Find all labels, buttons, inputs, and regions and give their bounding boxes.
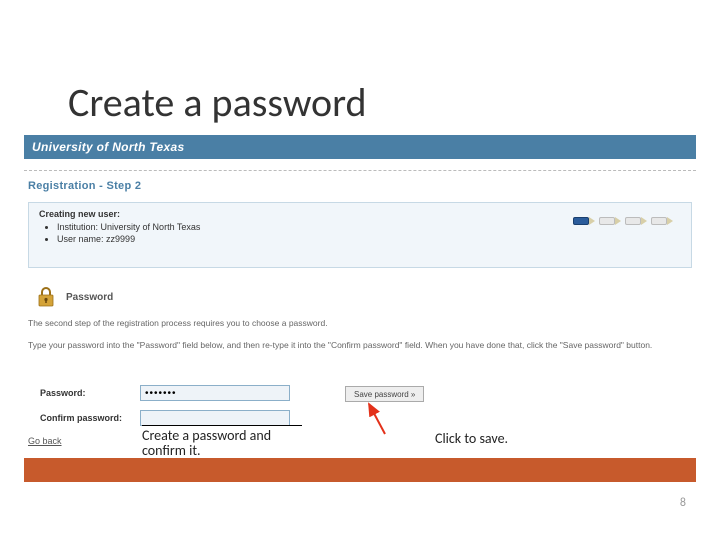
pencil-icon — [599, 217, 621, 225]
instruction-text-2: Type your password into the "Password" f… — [28, 340, 692, 352]
pencil-icon — [573, 217, 595, 225]
pencil-icon — [625, 217, 647, 225]
password-row: Password: — [40, 385, 290, 401]
instruction-text-1: The second step of the registration proc… — [28, 318, 692, 328]
username-line: User name: zz9999 — [57, 234, 681, 244]
page-number: 8 — [680, 496, 686, 510]
password-input[interactable] — [140, 385, 290, 401]
arrow-icon — [355, 400, 415, 440]
password-heading-row: Password — [36, 286, 113, 308]
university-name: University of North Texas — [32, 140, 184, 154]
password-label: Password: — [40, 388, 140, 398]
password-heading: Password — [66, 292, 113, 303]
registration-step-title: Registration - Step 2 — [28, 180, 141, 192]
divider — [24, 170, 696, 171]
creating-user-panel: Creating new user: Institution: Universi… — [28, 202, 692, 268]
footer-accent-bar — [24, 458, 696, 482]
progress-pencils-icon — [573, 217, 673, 225]
lock-icon — [36, 286, 56, 308]
university-header-bar: University of North Texas — [24, 135, 696, 159]
save-password-button[interactable]: Save password » — [345, 386, 424, 402]
pencil-icon — [651, 217, 673, 225]
go-back-link[interactable]: Go back — [28, 436, 62, 446]
slide-title: Create a password — [68, 78, 367, 127]
callout-click-save: Click to save. — [435, 430, 508, 447]
callout-create-confirm: Create a password and confirm it. — [142, 425, 302, 459]
confirm-password-row: Confirm password: — [40, 410, 290, 426]
confirm-password-input[interactable] — [140, 410, 290, 426]
confirm-password-label: Confirm password: — [40, 413, 140, 423]
